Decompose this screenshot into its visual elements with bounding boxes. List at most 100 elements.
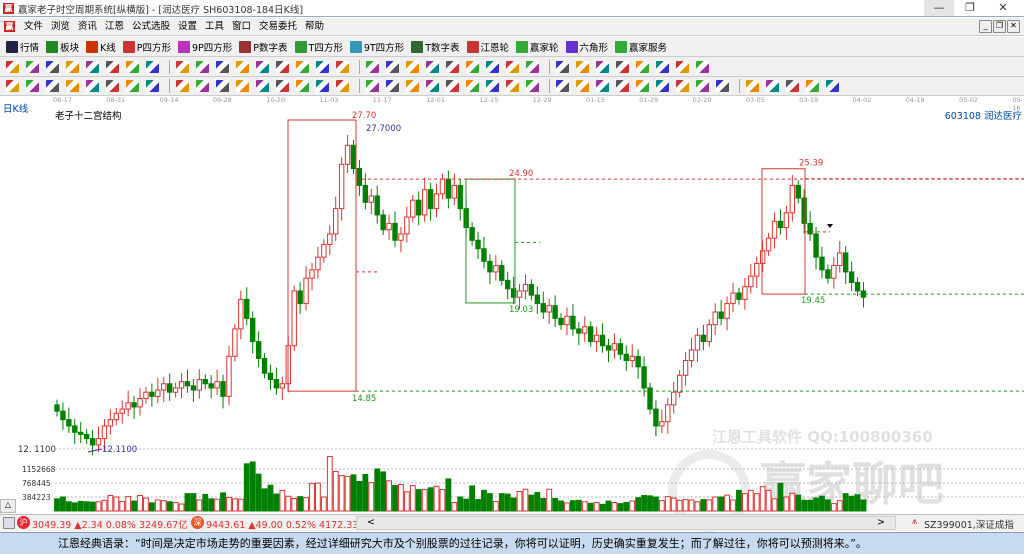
tool-icon[interactable]: [106, 80, 119, 92]
toolbar-button[interactable]: 赢家服务: [615, 40, 667, 54]
toolbar-button[interactable]: P四方形: [122, 40, 171, 54]
tool-icon[interactable]: [716, 80, 729, 92]
tool-icon[interactable]: [336, 60, 349, 73]
menu-item[interactable]: 窗口: [228, 18, 255, 36]
toolbar-button[interactable]: 行情: [6, 40, 39, 54]
tool-icon[interactable]: [366, 80, 379, 92]
tool-icon[interactable]: [6, 80, 19, 92]
kline-chart[interactable]: 12. 1100 1152668 768445 384223 27.70 27.7000 2…: [0, 106, 1024, 514]
tool-icon[interactable]: [596, 60, 609, 73]
minimize-button[interactable]: —: [924, 0, 954, 16]
menu-item[interactable]: 文件: [20, 18, 47, 36]
tool-icon[interactable]: [296, 80, 309, 92]
tool-icon[interactable]: [556, 80, 569, 92]
tool-icon[interactable]: [696, 80, 709, 92]
tool-icon[interactable]: [636, 80, 649, 92]
tool-icon[interactable]: [236, 60, 249, 73]
close-button[interactable]: ✕: [988, 0, 1018, 16]
tool-icon[interactable]: [216, 80, 229, 92]
tool-icon[interactable]: [616, 80, 629, 92]
tool-icon[interactable]: [6, 60, 19, 73]
tool-icon[interactable]: [526, 60, 539, 73]
tool-icon[interactable]: [656, 80, 669, 92]
tool-icon[interactable]: [46, 80, 59, 92]
tool-icon[interactable]: [786, 80, 799, 92]
tool-icon[interactable]: [86, 80, 99, 92]
toolbar-button[interactable]: 六角形: [565, 40, 608, 54]
tool-icon[interactable]: [426, 60, 439, 73]
tool-icon[interactable]: [336, 80, 349, 92]
tool-icon[interactable]: [486, 80, 499, 92]
toolbar-button[interactable]: 板块: [46, 40, 79, 54]
tool-icon[interactable]: [146, 60, 159, 73]
tool-icon[interactable]: [506, 60, 519, 73]
horizontal-scrollbar[interactable]: < >: [356, 516, 896, 530]
tool-icon[interactable]: [466, 80, 479, 92]
tool-icon[interactable]: [276, 80, 289, 92]
mdi-close-button[interactable]: ✕: [1007, 20, 1020, 33]
tool-icon[interactable]: [656, 60, 669, 73]
collapse-button[interactable]: △: [0, 499, 16, 513]
menu-item[interactable]: 浏览: [47, 18, 74, 36]
tool-icon[interactable]: [676, 60, 689, 73]
tool-icon[interactable]: [146, 80, 159, 92]
tool-icon[interactable]: [126, 80, 139, 92]
tool-icon[interactable]: [176, 80, 189, 92]
menu-item[interactable]: 工具: [201, 18, 228, 36]
tool-icon[interactable]: [126, 60, 139, 73]
tool-icon[interactable]: [506, 80, 519, 92]
tool-icon[interactable]: [316, 60, 329, 73]
maximize-button[interactable]: ❐: [955, 0, 985, 16]
tool-icon[interactable]: [556, 60, 569, 73]
tool-icon[interactable]: [636, 60, 649, 73]
tool-icon[interactable]: [386, 80, 399, 92]
tool-icon[interactable]: [216, 60, 229, 73]
menu-item[interactable]: 设置: [174, 18, 201, 36]
tool-icon[interactable]: [576, 80, 589, 92]
tool-icon[interactable]: [766, 80, 779, 92]
mdi-minimize-button[interactable]: _: [979, 20, 992, 33]
tool-icon[interactable]: [236, 80, 249, 92]
tool-icon[interactable]: [196, 80, 209, 92]
tool-icon[interactable]: [66, 60, 79, 73]
toolbar-button[interactable]: T四方形: [294, 40, 343, 54]
toolbar-button[interactable]: 9T四方形: [349, 40, 404, 54]
tool-icon[interactable]: [826, 80, 839, 92]
index-name[interactable]: SZ399001,深证成指: [924, 517, 1014, 531]
tool-icon[interactable]: [616, 60, 629, 73]
tool-icon[interactable]: [406, 80, 419, 92]
menu-item[interactable]: 交易委托: [255, 18, 301, 36]
menu-item[interactable]: 江恩: [101, 18, 128, 36]
toolbar-button[interactable]: K线: [86, 40, 116, 54]
scroll-left-button[interactable]: <: [367, 517, 375, 528]
tool-icon[interactable]: [276, 60, 289, 73]
tool-icon[interactable]: [256, 60, 269, 73]
tool-icon[interactable]: [86, 60, 99, 73]
tool-icon[interactable]: [696, 60, 709, 73]
tool-icon[interactable]: [466, 60, 479, 73]
toolbar-button[interactable]: 江恩轮: [466, 40, 509, 54]
menu-item[interactable]: 资讯: [74, 18, 101, 36]
mdi-restore-button[interactable]: ❐: [993, 20, 1006, 33]
tool-icon[interactable]: [446, 80, 459, 92]
scroll-right-button[interactable]: >: [877, 517, 885, 528]
toolbar-button[interactable]: P数字表: [239, 40, 288, 54]
menu-item[interactable]: 公式选股: [128, 18, 174, 36]
tool-icon[interactable]: [46, 60, 59, 73]
tool-icon[interactable]: [176, 60, 189, 73]
tool-icon[interactable]: [486, 60, 499, 73]
tool-icon[interactable]: [596, 80, 609, 92]
tool-icon[interactable]: [106, 60, 119, 73]
toolbar-button[interactable]: 9P四方形: [178, 40, 232, 54]
tool-icon[interactable]: [676, 80, 689, 92]
toolbar-button[interactable]: T数字表: [411, 40, 460, 54]
tool-icon[interactable]: [386, 60, 399, 73]
tool-icon[interactable]: [806, 80, 819, 92]
tool-icon[interactable]: [26, 80, 39, 92]
tool-icon[interactable]: [296, 60, 309, 73]
toolbar-button[interactable]: 赢家轮: [516, 40, 559, 54]
tool-icon[interactable]: [406, 60, 419, 73]
tool-icon[interactable]: [426, 80, 439, 92]
tool-icon[interactable]: [256, 80, 269, 92]
tool-icon[interactable]: [66, 80, 79, 92]
